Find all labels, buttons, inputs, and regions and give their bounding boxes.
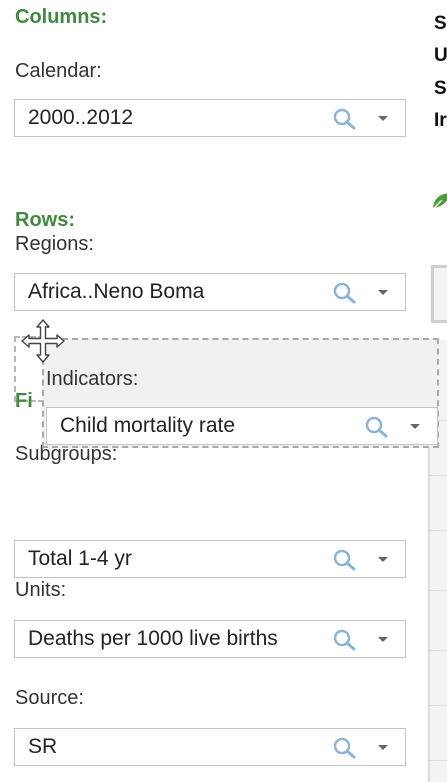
regions-value: Africa..Neno Boma — [28, 280, 205, 303]
chevron-down-icon[interactable] — [378, 290, 388, 295]
subgroups-value: Total 1-4 yr — [28, 547, 132, 570]
regions-label: Regions: — [15, 233, 94, 255]
grid-line — [428, 530, 447, 531]
source-select[interactable]: SR — [14, 728, 406, 766]
calendar-select[interactable]: 2000..2012 — [14, 99, 406, 137]
results-fragment: U — [434, 45, 447, 66]
grid-line — [428, 760, 447, 761]
chevron-down-icon[interactable] — [378, 116, 388, 121]
search-icon[interactable] — [332, 736, 358, 760]
grid-line — [428, 705, 447, 706]
source-value: SR — [28, 735, 58, 758]
search-icon[interactable] — [332, 628, 358, 652]
regions-select[interactable]: Africa..Neno Boma — [14, 273, 406, 311]
chevron-down-icon[interactable] — [378, 557, 388, 562]
results-fragment: Ir — [434, 110, 447, 131]
calendar-value: 2000..2012 — [28, 106, 134, 129]
filters-heading: Fi — [15, 390, 33, 412]
grid-line — [428, 650, 447, 651]
rows-heading: Rows: — [15, 209, 75, 231]
units-value: Deaths per 1000 live births — [28, 627, 278, 650]
grid-line — [428, 590, 447, 591]
search-icon[interactable] — [364, 415, 390, 439]
indicators-label: Indicators: — [46, 368, 139, 390]
chevron-down-icon[interactable] — [378, 745, 388, 750]
subgroups-select[interactable]: Total 1-4 yr — [14, 540, 406, 578]
leaf-icon[interactable] — [430, 190, 447, 212]
dragging-indicators-item[interactable]: Indicators: Child mortality rate — [42, 338, 439, 448]
results-tab[interactable] — [431, 265, 447, 323]
units-select[interactable]: Deaths per 1000 live births — [14, 620, 406, 658]
results-fragment: S — [434, 13, 447, 34]
search-icon[interactable] — [332, 281, 358, 305]
move-icon — [21, 319, 65, 363]
grid-line — [428, 475, 447, 476]
search-icon[interactable] — [332, 548, 358, 572]
indicators-value: Child mortality rate — [60, 414, 236, 437]
chevron-down-icon[interactable] — [378, 637, 388, 642]
columns-heading: Columns: — [15, 6, 108, 28]
results-fragment: S — [434, 78, 447, 99]
search-icon[interactable] — [332, 107, 358, 131]
source-label: Source: — [15, 687, 84, 709]
indicators-select[interactable]: Child mortality rate — [46, 407, 438, 445]
chevron-down-icon[interactable] — [410, 424, 420, 429]
units-label: Units: — [15, 579, 67, 601]
calendar-label: Calendar: — [15, 60, 102, 82]
